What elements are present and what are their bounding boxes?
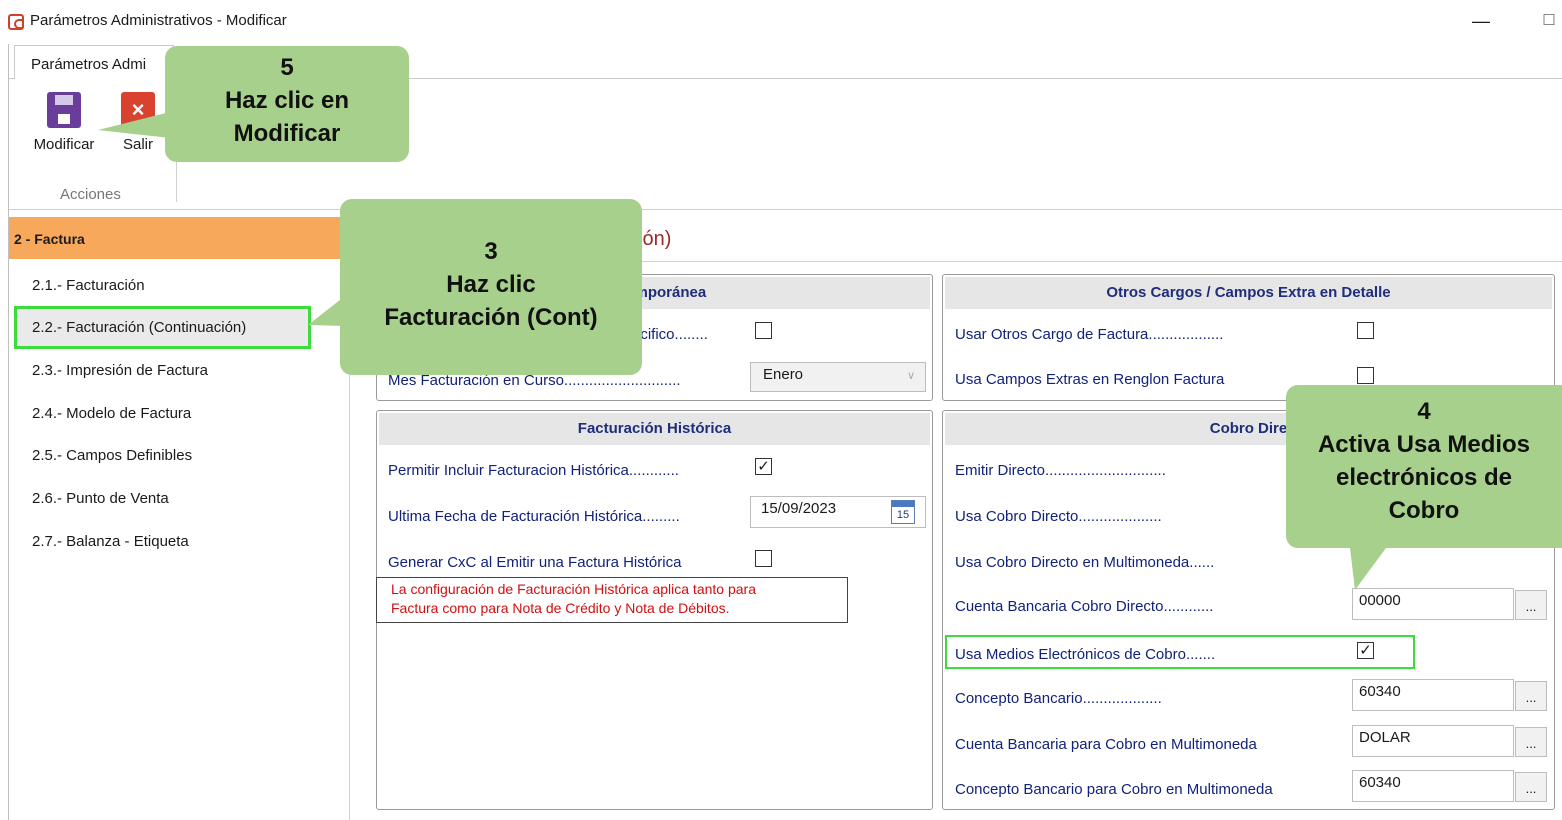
callout-4-line2: electrónicos de	[1335, 464, 1513, 491]
callout-5-line2: Modificar	[233, 120, 341, 147]
callout-3-line1: Haz clic	[446, 271, 536, 298]
callout-3-number: 3	[484, 238, 498, 265]
callout-step-4: 4 Activa Usa Medios electrónicos de Cobr…	[1286, 385, 1562, 548]
callout-4-line3: Cobro	[1388, 497, 1460, 524]
callout-4-pointer	[1350, 548, 1386, 590]
callout-3-line2: Facturación (Cont)	[384, 304, 598, 331]
callout-step-5: 5 Haz clic en Modificar	[165, 46, 409, 162]
callout-step-3: 3 Haz clic Facturación (Cont)	[340, 199, 642, 375]
callout-5-line1: Haz clic en	[224, 87, 350, 114]
callout-4-line1: Activa Usa Medios	[1317, 431, 1531, 458]
callout-5-pointer	[98, 112, 170, 138]
callout-5-number: 5	[280, 54, 294, 81]
callout-4-number: 4	[1417, 398, 1431, 425]
